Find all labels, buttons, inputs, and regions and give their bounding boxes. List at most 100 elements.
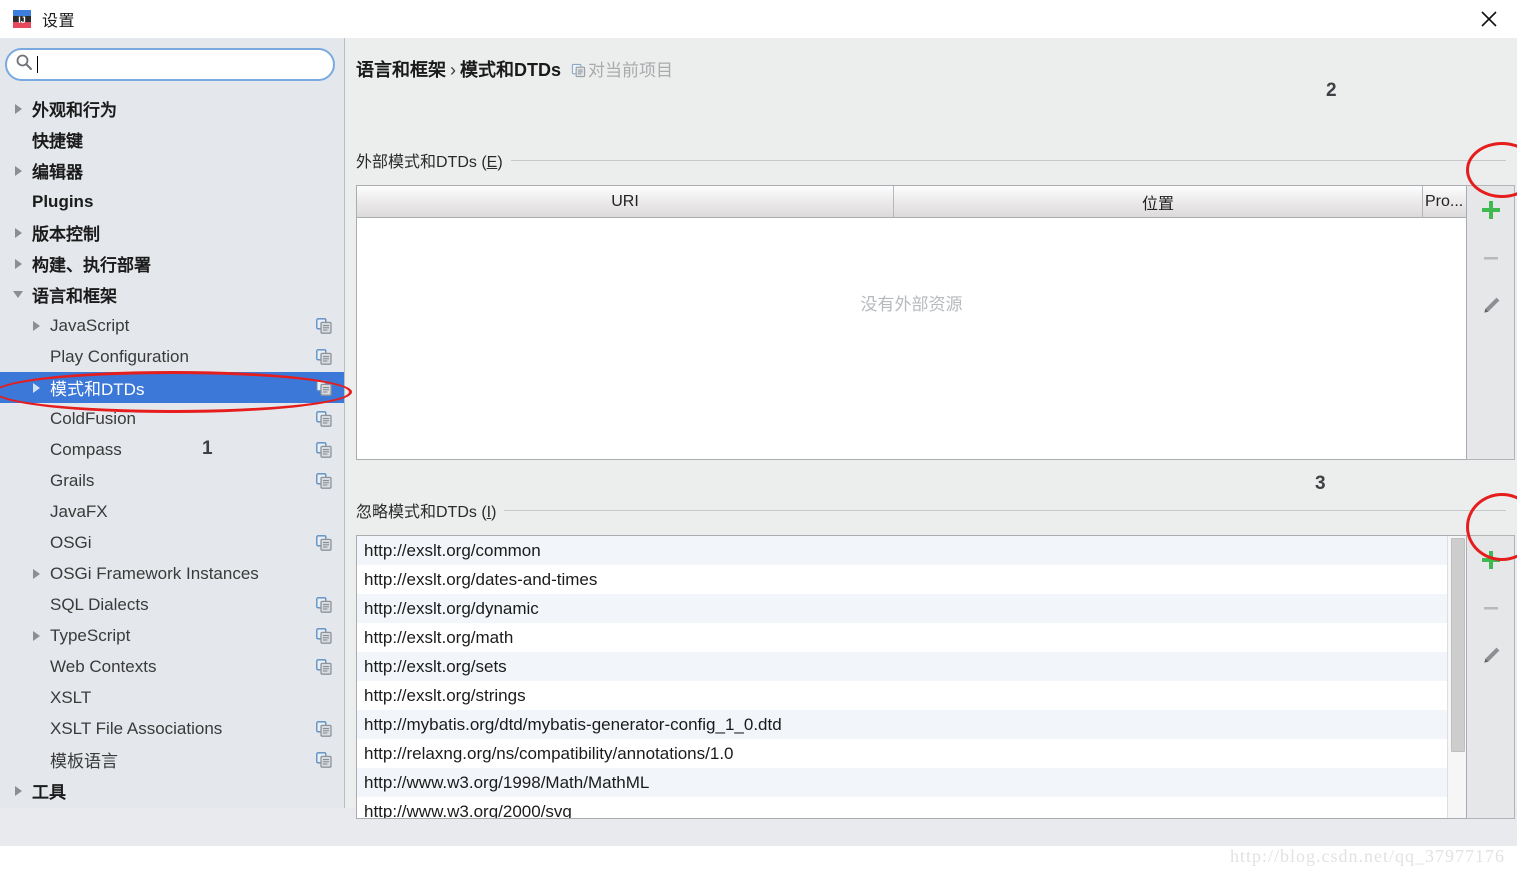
sidebar-item-7[interactable]: JavaScript: [0, 310, 344, 341]
chevron-right-icon[interactable]: [6, 165, 30, 176]
external-add-button[interactable]: [1469, 186, 1513, 234]
sidebar-item-11[interactable]: Compass: [0, 434, 344, 465]
sidebar-item-label: 模板语言: [50, 752, 118, 771]
close-button[interactable]: [1461, 0, 1517, 38]
external-section-header: 外部模式和DTDs (E): [356, 148, 1506, 172]
sidebar-item-18[interactable]: Web Contexts: [0, 651, 344, 682]
sidebar-item-19[interactable]: XSLT: [0, 682, 344, 713]
sidebar-item-label: Compass: [50, 439, 122, 459]
copy-icon: [316, 751, 332, 768]
external-section-label: 外部模式和DTDs (E): [356, 154, 503, 171]
list-item[interactable]: http://exslt.org/dates-and-times: [357, 565, 1447, 594]
column-header-project[interactable]: Pro...: [1423, 186, 1466, 217]
chevron-down-icon[interactable]: [6, 291, 30, 298]
sidebar-item-label: 语言和框架: [32, 287, 117, 306]
sidebar-item-14[interactable]: OSGi: [0, 527, 344, 558]
sidebar-item-22[interactable]: 工具: [0, 775, 344, 806]
sidebar-item-0[interactable]: 外观和行为: [0, 93, 344, 124]
sidebar-item-10[interactable]: ColdFusion: [0, 403, 344, 434]
column-header-uri[interactable]: URI: [357, 186, 894, 217]
annotation-number-1: 1: [202, 438, 213, 459]
search-input[interactable]: [38, 52, 333, 77]
sidebar-item-15[interactable]: OSGi Framework Instances: [0, 558, 344, 589]
copy-icon: [316, 627, 332, 644]
copy-icon: [316, 534, 332, 551]
sidebar-item-12[interactable]: Grails: [0, 465, 344, 496]
sidebar-item-label: SQL Dialects: [50, 594, 149, 614]
external-remove-button[interactable]: [1469, 234, 1513, 282]
column-header-location[interactable]: 位置: [894, 186, 1423, 217]
sidebar-item-label: 版本控制: [32, 225, 100, 244]
annotation-number-2: 2: [1326, 80, 1337, 101]
list-item[interactable]: http://exslt.org/math: [357, 623, 1447, 652]
sidebar-item-4[interactable]: 版本控制: [0, 217, 344, 248]
list-item[interactable]: http://www.w3.org/2000/svg: [357, 797, 1447, 818]
minus-icon: [1483, 257, 1498, 260]
settings-sidebar: 外观和行为快捷键编辑器 Plugins 版本控制构建、执行部署语言和框架 JavaSc…: [0, 38, 345, 808]
copy-icon: [316, 317, 332, 334]
settings-content-pane: 语言和框架 › 模式和DTDs 对当前项目 2 外部模式和DTDs (E) UR…: [345, 38, 1517, 819]
sidebar-item-16[interactable]: SQL Dialects: [0, 589, 344, 620]
sidebar-item-label: Play Configuration: [50, 346, 189, 366]
sidebar-item-label: XSLT: [50, 687, 92, 707]
ignored-resources-list: http://exslt.org/common http://exslt.org/…: [356, 535, 1467, 819]
chevron-right-icon[interactable]: [24, 630, 48, 641]
sidebar-item-20[interactable]: XSLT File Associations: [0, 713, 344, 744]
ignored-list-rows: http://exslt.org/common http://exslt.org/…: [357, 536, 1447, 818]
sidebar-item-label: 快捷键: [32, 132, 83, 151]
sidebar-item-label: 外观和行为: [32, 101, 117, 120]
breadcrumb: 语言和框架 › 模式和DTDs 对当前项目: [356, 56, 673, 82]
chevron-right-icon[interactable]: [24, 382, 48, 393]
list-item[interactable]: http://relaxng.org/ns/compatibility/anno…: [357, 739, 1447, 768]
minus-icon: [1483, 607, 1498, 610]
list-item[interactable]: http://www.w3.org/1998/Math/MathML: [357, 768, 1447, 797]
external-edit-button[interactable]: [1469, 282, 1513, 330]
sidebar-item-6[interactable]: 语言和框架: [0, 279, 344, 310]
list-item[interactable]: http://exslt.org/dynamic: [357, 594, 1447, 623]
chevron-right-icon[interactable]: [6, 103, 30, 114]
list-item[interactable]: http://exslt.org/sets: [357, 652, 1447, 681]
section-divider-rule: [504, 509, 1506, 511]
sidebar-item-label: 编辑器: [32, 163, 83, 182]
settings-tree: 外观和行为快捷键编辑器 Plugins 版本控制构建、执行部署语言和框架 JavaSc…: [0, 93, 344, 806]
sidebar-item-2[interactable]: 编辑器: [0, 155, 344, 186]
sidebar-item-5[interactable]: 构建、执行部署: [0, 248, 344, 279]
list-item[interactable]: http://mybatis.org/dtd/mybatis-generator…: [357, 710, 1447, 739]
ignored-add-button[interactable]: [1469, 536, 1513, 584]
breadcrumb-separator: ›: [450, 60, 456, 80]
close-icon: [1481, 11, 1497, 27]
sidebar-item-label: XSLT File Associations: [50, 718, 223, 738]
sidebar-item-label: JavaScript: [50, 315, 130, 335]
list-item[interactable]: http://exslt.org/strings: [357, 681, 1447, 710]
pencil-icon: [1483, 647, 1499, 663]
copy-icon: [316, 472, 332, 489]
chevron-right-icon[interactable]: [24, 568, 48, 579]
sidebar-item-3[interactable]: Plugins: [0, 186, 344, 217]
ignored-edit-button[interactable]: [1469, 632, 1513, 680]
sidebar-item-label: TypeScript: [50, 625, 131, 645]
intellij-idea-icon: IJ: [12, 9, 32, 29]
external-table-toolbar: [1467, 185, 1515, 460]
svg-text:IJ: IJ: [18, 15, 26, 25]
breadcrumb-parent[interactable]: 语言和框架: [356, 56, 446, 82]
scrollbar-thumb[interactable]: [1451, 538, 1465, 752]
sidebar-item-label: OSGi: [50, 532, 92, 552]
sidebar-item-label: Web Contexts: [50, 656, 157, 676]
sidebar-item-1[interactable]: 快捷键: [0, 124, 344, 155]
search-box[interactable]: [5, 48, 335, 81]
sidebar-item-13[interactable]: JavaFX: [0, 496, 344, 527]
sidebar-item-label: 模式和DTDs: [50, 380, 145, 399]
copy-icon: [316, 658, 332, 675]
chevron-right-icon[interactable]: [6, 258, 30, 269]
chevron-right-icon[interactable]: [24, 320, 48, 331]
chevron-right-icon[interactable]: [6, 785, 30, 796]
chevron-right-icon[interactable]: [6, 227, 30, 238]
sidebar-item-9[interactable]: 模式和DTDs: [0, 372, 344, 403]
copy-icon: [316, 720, 332, 737]
list-item[interactable]: http://exslt.org/common: [357, 536, 1447, 565]
sidebar-item-21[interactable]: 模板语言: [0, 744, 344, 775]
ignored-remove-button[interactable]: [1469, 584, 1513, 632]
ignored-list-scrollbar[interactable]: [1447, 536, 1466, 818]
sidebar-item-17[interactable]: TypeScript: [0, 620, 344, 651]
sidebar-item-8[interactable]: Play Configuration: [0, 341, 344, 372]
